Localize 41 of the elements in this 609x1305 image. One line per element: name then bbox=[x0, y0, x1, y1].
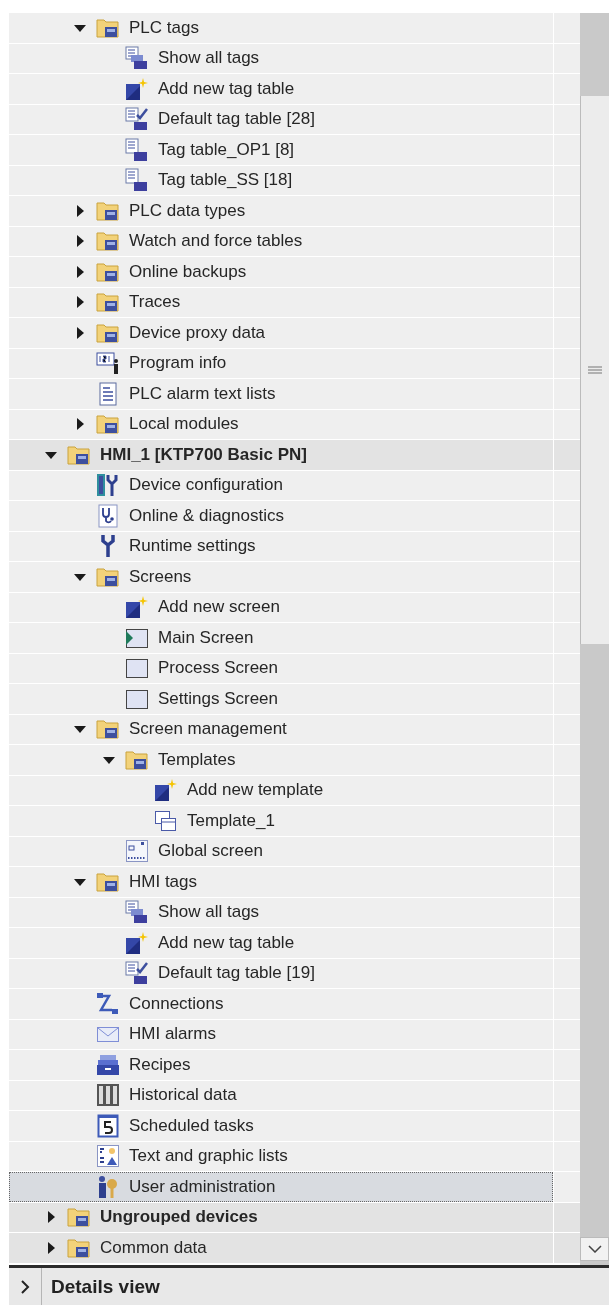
caret-icon[interactable] bbox=[74, 296, 86, 309]
user-key-icon bbox=[96, 1174, 120, 1199]
calendar-icon bbox=[96, 1113, 120, 1138]
caret-icon[interactable] bbox=[74, 326, 86, 339]
caret-icon[interactable] bbox=[74, 265, 86, 278]
device-config-icon bbox=[96, 473, 120, 498]
details-view-title[interactable]: Details view bbox=[51, 1275, 160, 1298]
scroll-thumb[interactable] bbox=[580, 96, 609, 644]
scrollbar[interactable] bbox=[580, 13, 609, 1265]
checklist-icon bbox=[125, 961, 149, 986]
grip-icon bbox=[588, 366, 602, 374]
probe-icon bbox=[96, 503, 120, 528]
chevron-icon[interactable] bbox=[20, 1279, 30, 1294]
folder-icon bbox=[67, 1205, 91, 1230]
caret-icon[interactable] bbox=[74, 204, 86, 217]
checklist-icon bbox=[125, 107, 149, 132]
drawer-icon bbox=[96, 1052, 120, 1077]
folder-icon bbox=[96, 290, 120, 315]
new-item-icon bbox=[154, 778, 178, 803]
tree-item[interactable]: User administration bbox=[9, 1172, 553, 1202]
connection-icon bbox=[96, 991, 120, 1016]
document-icon bbox=[96, 381, 120, 406]
binders-icon bbox=[96, 1083, 120, 1108]
graphic-list-icon bbox=[96, 1144, 120, 1169]
new-item-icon bbox=[125, 595, 149, 620]
table-icon bbox=[125, 137, 149, 162]
folder-icon bbox=[96, 229, 120, 254]
caret-icon[interactable] bbox=[45, 1211, 57, 1224]
screen-icon bbox=[125, 656, 149, 681]
caret-icon[interactable] bbox=[74, 235, 86, 248]
caret-icon[interactable] bbox=[45, 1241, 57, 1254]
tag-list-icon bbox=[125, 46, 149, 71]
table-icon bbox=[125, 168, 149, 193]
chevron-down-icon bbox=[587, 1245, 602, 1253]
folder-icon bbox=[96, 412, 120, 437]
folder-icon bbox=[96, 717, 120, 742]
template-icon bbox=[154, 808, 178, 833]
info-icon bbox=[96, 351, 120, 376]
caret-icon[interactable] bbox=[74, 418, 86, 431]
scroll-down-button[interactable] bbox=[580, 1237, 609, 1261]
tag-list-icon bbox=[125, 900, 149, 925]
